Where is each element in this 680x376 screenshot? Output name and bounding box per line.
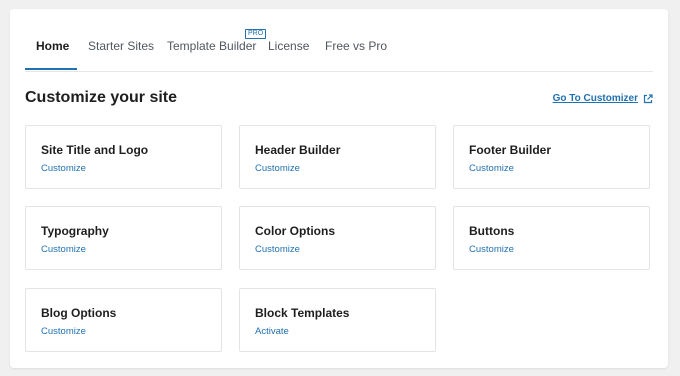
card-title: Blog Options: [41, 306, 117, 320]
card-customize-link[interactable]: Customize: [255, 163, 300, 174]
card-title: Block Templates: [255, 306, 350, 320]
tab-home[interactable]: Home: [36, 39, 69, 53]
active-tab-indicator: [25, 68, 77, 70]
card-title: Site Title and Logo: [41, 143, 149, 157]
card-customize-link[interactable]: Customize: [41, 244, 86, 255]
tab-starter-sites[interactable]: Starter Sites: [88, 39, 154, 53]
pro-badge: PRO: [245, 29, 267, 39]
card-title: Buttons: [469, 224, 515, 238]
settings-panel: Home Starter Sites Template Builder PRO …: [10, 9, 668, 368]
section-title: Customize your site: [25, 89, 178, 106]
card-customize-link[interactable]: Customize: [469, 244, 514, 255]
card-footer-builder: Footer Builder Customize: [453, 125, 650, 189]
card-block-templates: Block Templates Activate: [239, 288, 436, 352]
card-customize-link[interactable]: Customize: [41, 163, 86, 174]
card-customize-link[interactable]: Customize: [41, 326, 86, 337]
card-title: Typography: [41, 224, 109, 238]
card-customize-link[interactable]: Customize: [255, 244, 300, 255]
card-color-options: Color Options Customize: [239, 206, 436, 270]
card-header-builder: Header Builder Customize: [239, 125, 436, 189]
go-to-customizer-label: Go To Customizer: [552, 93, 638, 104]
tab-free-vs-pro[interactable]: Free vs Pro: [325, 39, 387, 53]
tab-template-builder[interactable]: Template Builder: [167, 39, 256, 53]
go-to-customizer-link[interactable]: Go To Customizer: [553, 93, 653, 104]
tab-license[interactable]: License: [268, 39, 309, 53]
card-customize-link[interactable]: Customize: [469, 163, 514, 174]
card-activate-link[interactable]: Activate: [255, 326, 289, 337]
card-buttons: Buttons Customize: [453, 206, 650, 270]
external-link-icon: [643, 93, 653, 103]
card-site-title-and-logo: Site Title and Logo Customize: [25, 125, 222, 189]
card-title: Color Options: [255, 224, 335, 238]
card-blog-options: Blog Options Customize: [25, 288, 222, 352]
tab-bar: Home Starter Sites Template Builder PRO …: [25, 29, 653, 72]
card-title: Header Builder: [255, 143, 341, 157]
card-typography: Typography Customize: [25, 206, 222, 270]
card-title: Footer Builder: [469, 143, 552, 157]
